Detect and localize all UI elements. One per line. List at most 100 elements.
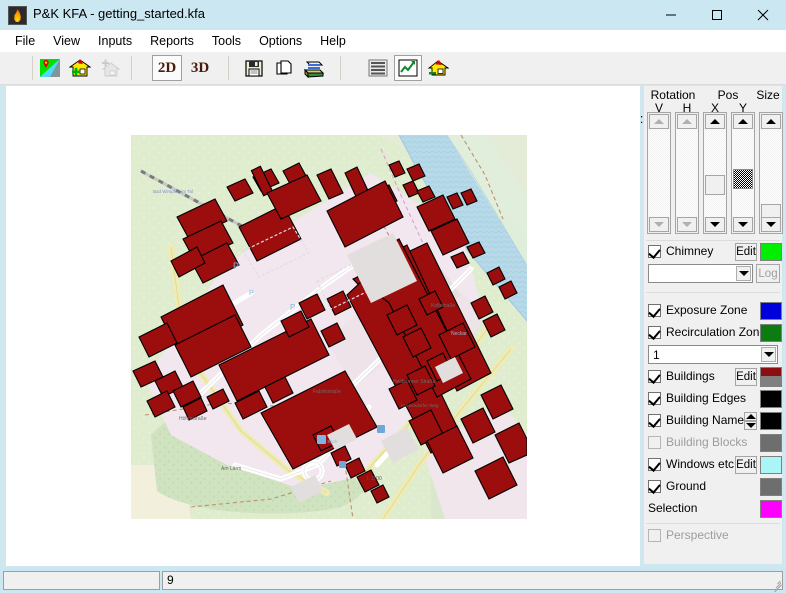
map-canvas[interactable]: Bad Wimpfen im Tal P P P Kolbstraße Heilbronn… — [6, 86, 640, 566]
windows-etc-row: Windows etc Edit — [648, 455, 782, 475]
ground-checkbox[interactable] — [648, 480, 661, 494]
recirculation-zone-checkbox[interactable] — [648, 326, 661, 340]
pos-y-down-arrow[interactable] — [733, 217, 753, 232]
size-down-arrow[interactable] — [761, 217, 781, 232]
application-window: P&K KFA - getting_started.kfa File View … — [0, 0, 786, 593]
building-blocks-label: Building Blocks — [666, 435, 748, 449]
chevron-down-icon[interactable] — [736, 266, 751, 281]
rotation-v-scrollbar[interactable] — [647, 112, 671, 234]
menu-item-tools[interactable]: Tools — [203, 31, 250, 51]
stepper-up-icon[interactable] — [744, 412, 757, 421]
map-label: P — [233, 261, 239, 271]
close-button[interactable] — [740, 0, 786, 30]
map-label: Heilbronner Straße — [393, 379, 435, 385]
resize-grip[interactable] — [772, 579, 784, 593]
maximize-button[interactable] — [694, 0, 740, 30]
map-svg: Bad Wimpfen im Tal P P P Kolbstraße Heilbronn… — [131, 135, 527, 519]
size-scrollbar[interactable] — [759, 112, 783, 234]
map-label: Höhmstraße — [179, 416, 207, 422]
rotation-h-scrollbar[interactable] — [675, 112, 699, 234]
building-map-icon[interactable] — [424, 55, 452, 81]
map-label: Bad Wimpfen im Tal — [153, 189, 193, 194]
perspective-row: Perspective — [648, 526, 778, 546]
stepper-down-icon[interactable] — [744, 421, 757, 430]
chimney-edit-button[interactable]: Edit — [735, 243, 757, 261]
windows-etc-checkbox[interactable] — [648, 458, 661, 472]
pos-x-up-arrow[interactable] — [705, 114, 725, 129]
recirculation-zone-color-swatch[interactable] — [760, 324, 782, 342]
map-label: P — [290, 303, 295, 312]
pos-y-scrollbar[interactable] — [731, 112, 755, 234]
chart-icon[interactable] — [394, 55, 422, 81]
size-up-arrow[interactable] — [761, 114, 781, 129]
menu-item-options[interactable]: Options — [250, 31, 311, 51]
chevron-down-icon[interactable] — [761, 347, 776, 362]
rotation-v-up-arrow — [649, 114, 669, 129]
building-blocks-row: Building Blocks — [648, 433, 782, 453]
selection-color-swatch[interactable] — [760, 500, 782, 518]
exposure-zone-checkbox[interactable] — [648, 304, 661, 318]
pos-header: Pos — [717, 88, 739, 102]
window-controls — [648, 0, 786, 30]
chimney-row: Chimney Edit — [648, 242, 782, 262]
map-label: Fabrikstraße — [313, 389, 341, 395]
table-icon[interactable] — [364, 55, 392, 81]
copy-icon[interactable] — [270, 55, 298, 81]
buildings-secondary-color-swatch[interactable] — [760, 377, 782, 387]
chimney-checkbox[interactable] — [648, 245, 661, 259]
print-icon[interactable] — [300, 55, 328, 81]
exposure-zone-label: Exposure Zone — [666, 303, 748, 317]
add-building-icon[interactable] — [66, 55, 94, 81]
pos-x-thumb[interactable] — [705, 175, 725, 195]
pos-y-thumb[interactable] — [733, 169, 753, 189]
menu-bar: File View Inputs Reports Tools Options H… — [0, 30, 786, 52]
menu-item-view[interactable]: View — [44, 31, 89, 51]
map-label: Neckar — [451, 331, 467, 337]
building-names-checkbox[interactable] — [648, 414, 661, 428]
perspective-checkbox — [648, 529, 661, 542]
status-bar: 9 — [0, 567, 786, 593]
buildings-edit-button[interactable]: Edit — [735, 368, 757, 386]
pos-x-scrollbar[interactable] — [703, 112, 727, 234]
exposure-zone-color-swatch[interactable] — [760, 302, 782, 320]
map-view-icon[interactable] — [36, 55, 64, 81]
save-icon[interactable] — [240, 55, 268, 81]
pos-y-up-arrow[interactable] — [733, 114, 753, 129]
flame-icon — [8, 6, 27, 25]
map-label: Am Lärm — [221, 466, 241, 472]
building-edges-checkbox[interactable] — [648, 392, 661, 406]
menu-item-reports[interactable]: Reports — [141, 31, 203, 51]
ground-color-swatch[interactable] — [760, 478, 782, 496]
chimney-select[interactable] — [648, 264, 753, 283]
perspective-label: Perspective — [666, 528, 729, 542]
rotation-v-down-arrow — [649, 217, 669, 232]
menu-item-help[interactable]: Help — [311, 31, 355, 51]
mode-3d-button[interactable]: 3D — [185, 55, 215, 81]
map-image[interactable]: Bad Wimpfen im Tal P P P Kolbstraße Heilbronn… — [131, 135, 527, 519]
zone-select-value: 1 — [653, 348, 660, 362]
buildings-fill-color-swatch[interactable] — [760, 367, 782, 377]
selection-label: Selection — [648, 501, 698, 515]
windows-etc-color-swatch[interactable] — [760, 456, 782, 474]
mode-2d-button[interactable]: 2D — [152, 55, 182, 81]
zone-select[interactable]: 1 — [648, 345, 778, 364]
windows-etc-edit-button[interactable]: Edit — [735, 456, 757, 474]
buildings-checkbox[interactable] — [648, 370, 661, 384]
menu-item-inputs[interactable]: Inputs — [89, 31, 141, 51]
pos-x-down-arrow[interactable] — [705, 217, 725, 232]
status-right-pane: 9 — [162, 571, 783, 590]
chimney-log-button: Log — [756, 264, 780, 283]
building-edges-row: Building Edges — [648, 389, 782, 409]
rotation-h-up-arrow — [677, 114, 697, 129]
map-label: Kolbstraße — [431, 303, 455, 309]
buildings-label: Buildings — [666, 369, 715, 383]
chimney-color-swatch[interactable] — [760, 243, 782, 261]
menu-item-file[interactable]: File — [6, 31, 44, 51]
minimize-button[interactable] — [648, 0, 694, 30]
building-edges-color-swatch[interactable] — [760, 390, 782, 408]
building-names-font-size-stepper[interactable] — [744, 412, 757, 430]
building-names-color-swatch[interactable] — [760, 412, 782, 430]
title-bar: P&K KFA - getting_started.kfa — [0, 0, 786, 30]
status-right-text: 9 — [167, 573, 174, 587]
toolbar: 2D 3D — [0, 52, 786, 127]
